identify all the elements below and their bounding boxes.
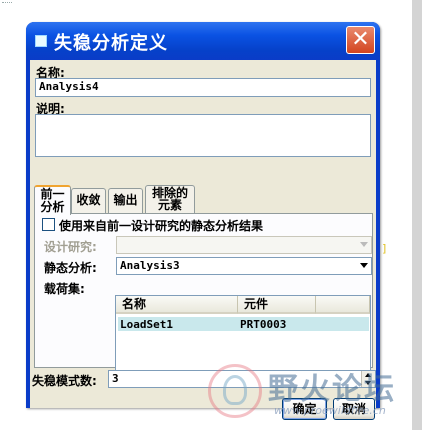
tab-previous-analysis-line2: 分析 — [40, 200, 65, 214]
tab-previous-analysis[interactable]: 前一 分析 — [34, 185, 71, 215]
cancel-button[interactable]: 取消 — [333, 398, 375, 420]
background-scrollbar-strip — [412, 0, 422, 430]
name-input[interactable]: Analysis4 — [35, 78, 371, 97]
stepper-up-icon[interactable] — [365, 373, 371, 377]
tab-excluded-elements[interactable]: 排除的 元素 — [145, 185, 195, 213]
title-bar[interactable]: 失稳分析定义 ✕ — [26, 22, 380, 60]
stepper-buttons[interactable] — [361, 371, 375, 387]
mode-count-value: 3 — [112, 372, 119, 385]
column-header-name[interactable]: 名称 — [116, 296, 238, 314]
buckling-analysis-dialog: 失稳分析定义 ✕ 名称: Analysis4 说明: 前一 分析 收敛 输出 排… — [26, 22, 380, 420]
loadset-table[interactable]: 名称 元件 LoadSet1 PRT0003 — [115, 295, 371, 373]
dialog-client-area: 名称: Analysis4 说明: 前一 分析 收敛 输出 排除的 元素 使用来… — [30, 60, 376, 420]
close-button[interactable]: ✕ — [346, 26, 375, 54]
static-analysis-dropdown[interactable]: Analysis3 — [116, 257, 372, 275]
row-name-cell: LoadSet1 — [120, 318, 173, 331]
static-analysis-value: Analysis3 — [120, 259, 180, 272]
tab-convergence[interactable]: 收敛 — [71, 188, 106, 213]
row-component-cell: PRT0003 — [240, 318, 287, 331]
chevron-down-icon — [360, 242, 368, 247]
close-icon: ✕ — [351, 27, 370, 52]
tab-excluded-elements-line2: 元素 — [157, 198, 182, 212]
use-previous-results-checkbox[interactable] — [42, 218, 55, 231]
mode-count-stepper[interactable]: 3 — [108, 370, 376, 388]
loadset-label: 载荷集: — [44, 282, 85, 296]
mode-count-label: 失稳模式数: — [32, 374, 97, 388]
window-icon — [35, 35, 47, 47]
design-study-dropdown — [116, 236, 372, 254]
column-header-component[interactable]: 元件 — [238, 296, 316, 314]
column-header-empty — [316, 296, 370, 314]
ok-button[interactable]: 确定 — [282, 398, 327, 420]
design-study-label: 设计研究: — [44, 240, 97, 254]
description-input[interactable] — [35, 114, 371, 157]
stepper-down-icon[interactable] — [365, 381, 371, 385]
background-bracket-glyph: ] — [382, 242, 387, 255]
background-dotted-line — [2, 2, 12, 5]
tab-previous-analysis-line1: 前一 — [40, 187, 65, 201]
tab-output[interactable]: 输出 — [108, 188, 143, 213]
table-row[interactable]: LoadSet1 PRT0003 — [118, 317, 369, 331]
dialog-title: 失稳分析定义 — [54, 33, 168, 54]
static-analysis-label: 静态分析: — [44, 261, 97, 275]
use-previous-results-label: 使用来自前一设计研究的静态分析结果 — [59, 219, 264, 233]
chevron-down-icon — [360, 263, 368, 268]
